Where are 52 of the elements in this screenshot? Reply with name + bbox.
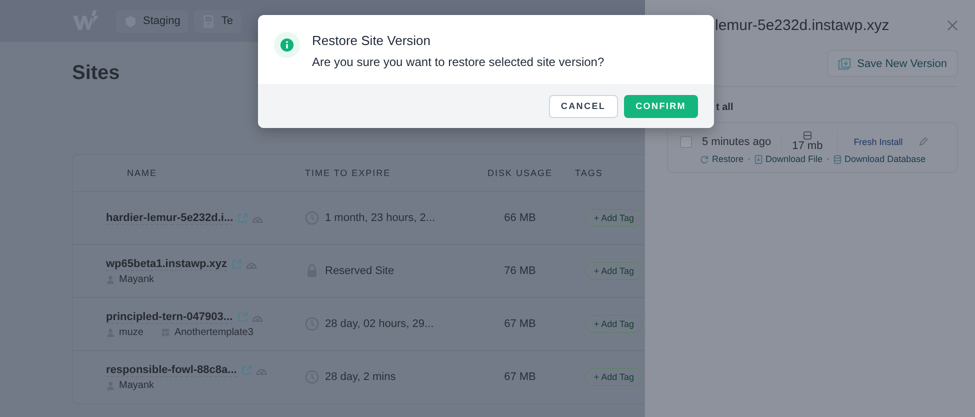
database-icon: [832, 154, 842, 164]
close-icon[interactable]: [947, 20, 958, 30]
pencil-icon[interactable]: [918, 137, 928, 146]
owner-name: Mayank: [119, 380, 154, 390]
version-time: 5 minutes ago: [702, 136, 782, 148]
column-header: DISK USAGE: [486, 168, 554, 178]
save-version-button[interactable]: Save New Version: [827, 50, 958, 77]
site-link[interactable]: responsible-fowl-88c8a...: [106, 364, 237, 376]
disk-usage: 67 MB: [503, 318, 537, 330]
disk-usage: 76 MB: [503, 265, 537, 277]
version-size: 17 mb: [792, 140, 823, 152]
owner-name: muze: [119, 326, 144, 338]
expiry-text: Reserved Site: [325, 265, 394, 277]
add-tag-button[interactable]: + Add Tag: [584, 368, 643, 386]
disk-usage: 67 MB: [503, 371, 537, 383]
refresh-icon: [700, 154, 709, 164]
owner-name: Mayank: [119, 274, 154, 284]
page-title: Sites: [72, 62, 120, 86]
add-tag-button[interactable]: + Add Tag: [584, 262, 643, 280]
expiry-text: 1 month, 23 hours, 2...: [325, 212, 436, 224]
version-label: Fresh Install: [852, 136, 904, 148]
site-link[interactable]: wp65beta1.instawp.xyz: [106, 258, 228, 270]
version-action-link[interactable]: Restore: [700, 154, 744, 164]
external-link-icon[interactable]: [237, 212, 248, 224]
template-name: Anothertemplate3: [174, 326, 254, 338]
file-download-icon: [754, 154, 763, 164]
cancel-button[interactable]: CANCEL: [548, 94, 618, 118]
info-icon: [274, 32, 300, 58]
checkbox[interactable]: [680, 136, 692, 148]
nav-link[interactable]: Te: [194, 10, 241, 32]
column-header: TIME TO EXPIRE: [305, 168, 392, 178]
column-header: TAGS: [575, 168, 604, 178]
dialog-message: Are you sure you want to restore selected site version?: [312, 55, 604, 69]
dialog-title: Restore Site Version: [312, 33, 432, 48]
expiry-text: 28 day, 2 mins: [325, 371, 396, 383]
site-link[interactable]: principled-tern-047903...: [106, 310, 233, 324]
external-link-icon[interactable]: [236, 312, 248, 322]
external-link-icon[interactable]: [231, 258, 242, 270]
add-tag-button[interactable]: + Add Tag: [584, 209, 643, 227]
storage-icon: [802, 131, 812, 140]
external-link-icon[interactable]: [240, 364, 252, 376]
column-header: NAME: [126, 168, 158, 178]
version-action-link[interactable]: Download Database: [832, 154, 926, 164]
confirm-button[interactable]: CONFIRM: [624, 94, 698, 118]
version-action-link[interactable]: Download File: [754, 154, 823, 164]
site-link[interactable]: hardier-lemur-5e232d.i...: [106, 212, 234, 224]
add-tag-button[interactable]: + Add Tag: [584, 315, 643, 333]
nav-link[interactable]: Staging: [116, 10, 188, 32]
disk-usage: 66 MB: [503, 212, 537, 224]
expiry-text: 28 day, 02 hours, 29...: [325, 318, 434, 330]
panel-title: lemur-5e232d.instawp.xyz: [715, 16, 890, 34]
download-icon: [838, 57, 852, 70]
